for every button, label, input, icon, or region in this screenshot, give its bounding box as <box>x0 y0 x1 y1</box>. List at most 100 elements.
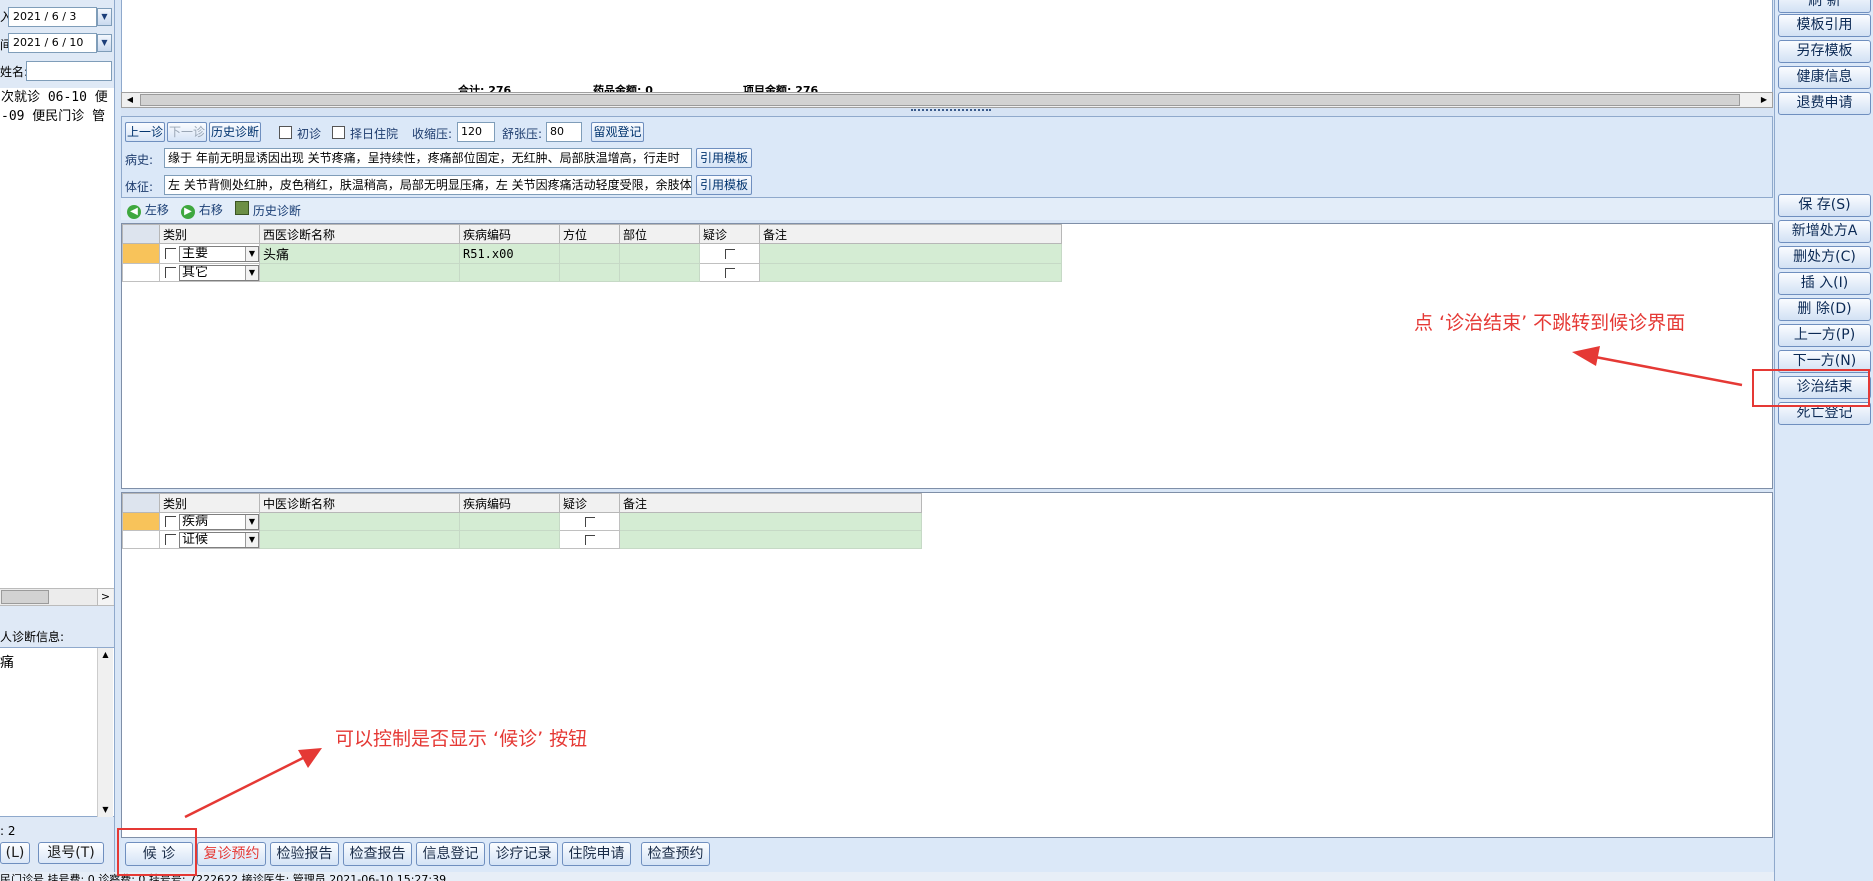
chevron-down-icon[interactable]: ▼ <box>245 514 258 529</box>
tcm-diagnosis-name-cell[interactable] <box>259 512 460 531</box>
visit-list-item[interactable]: 次就诊 06-10 便 <box>1 88 114 107</box>
save-as-template-button[interactable]: 另存模板 <box>1778 40 1871 63</box>
exam-input[interactable]: 左 关节背侧处红肿，皮色稍红，肤温稍高，局部无明显压痛，左 关节因疼痛活动轻度受… <box>164 175 692 195</box>
column-header[interactable]: 中医诊断名称 <box>259 493 460 513</box>
chevron-down-icon[interactable]: ▼ <box>245 265 258 280</box>
row-indicator[interactable] <box>122 530 160 549</box>
row-indicator[interactable] <box>122 243 160 264</box>
exam-report-button[interactable]: 检查报告 <box>343 842 412 866</box>
scroll-right-icon[interactable]: ▶ <box>1756 93 1772 107</box>
date-to-dropdown-icon[interactable]: ▼ <box>97 34 112 52</box>
tcm-diagnosis-name-cell[interactable] <box>259 530 460 549</box>
diagnosis-name-cell[interactable]: 头痛 <box>259 243 460 264</box>
row-checkbox[interactable] <box>165 534 176 545</box>
suspect-cell[interactable] <box>559 512 620 531</box>
patient-diagnosis-box[interactable]: 痛 ▲ ▼ <box>0 647 114 817</box>
chevron-down-icon[interactable]: ▼ <box>245 246 258 261</box>
suspect-checkbox[interactable] <box>724 267 735 278</box>
exam-template-button[interactable]: 引用模板 <box>696 175 752 195</box>
diagnosis-scrollbar[interactable]: ▲ ▼ <box>97 648 113 817</box>
table-row[interactable]: 其它 ▼ <box>122 263 1062 282</box>
column-header[interactable]: 类别 <box>159 224 260 244</box>
save-button[interactable]: 保 存(S) <box>1778 194 1871 217</box>
column-header[interactable]: 疾病编码 <box>459 224 560 244</box>
scrollbar-thumb[interactable] <box>1 590 49 604</box>
move-left-button[interactable]: ◀ 左移 <box>127 201 169 219</box>
health-info-button[interactable]: 健康信息 <box>1778 66 1871 89</box>
info-register-button[interactable]: 信息登记 <box>416 842 485 866</box>
prev-visit-button[interactable]: 上一诊 <box>125 122 165 142</box>
column-header[interactable]: 类别 <box>159 493 260 513</box>
note-cell[interactable] <box>759 243 1062 264</box>
next-visit-button[interactable]: 下一诊 <box>167 122 207 142</box>
prev-prescription-button[interactable]: 上一方(P) <box>1778 324 1871 347</box>
add-prescription-button[interactable]: 新增处方A <box>1778 220 1871 243</box>
column-header[interactable]: 疾病编码 <box>459 493 560 513</box>
column-header[interactable]: 疑诊 <box>559 493 620 513</box>
column-header[interactable]: 备注 <box>619 493 922 513</box>
table-corner[interactable] <box>122 224 160 244</box>
table-corner[interactable] <box>122 493 160 513</box>
date-from-dropdown-icon[interactable]: ▼ <box>97 8 112 26</box>
scroll-left-icon[interactable]: ◀ <box>122 93 138 107</box>
template-reference-button[interactable]: 模板引用 <box>1778 14 1871 37</box>
category-cell[interactable]: 证候 ▼ <box>159 530 260 549</box>
history-input[interactable]: 缘于 年前无明显诱因出现 关节疼痛，呈持续性，疼痛部位固定，无红肿、局部肤温增高… <box>164 148 692 168</box>
position-cell[interactable] <box>559 263 620 282</box>
diastolic-input[interactable]: 80 <box>546 122 582 142</box>
note-cell[interactable] <box>759 263 1062 282</box>
suspect-checkbox[interactable] <box>584 516 595 527</box>
disease-code-cell[interactable]: R51.x00 <box>459 243 560 264</box>
suspect-checkbox[interactable] <box>724 248 735 259</box>
visit-list-scrollbar[interactable]: > <box>0 588 114 606</box>
part-cell[interactable] <box>619 263 700 282</box>
suspect-cell[interactable] <box>699 263 760 282</box>
suspect-cell[interactable] <box>699 243 760 264</box>
suspect-checkbox[interactable] <box>584 534 595 545</box>
chevron-down-icon[interactable]: ▼ <box>245 532 258 547</box>
history-diagnosis-button[interactable]: 历史诊断 <box>209 122 261 142</box>
date-from-field[interactable]: 2021 / 6 / 3 <box>8 7 97 27</box>
note-cell[interactable] <box>619 512 922 531</box>
table-row[interactable]: 主要 ▼ 头痛 R51.x00 <box>122 243 1062 264</box>
note-cell[interactable] <box>619 530 922 549</box>
row-indicator[interactable] <box>122 512 160 531</box>
delete-button[interactable]: 删 除(D) <box>1778 298 1871 321</box>
scroll-down-icon[interactable]: ▼ <box>98 803 113 817</box>
retreat-number-button[interactable]: 退号(T) <box>38 842 104 864</box>
scrollbar-thumb[interactable] <box>140 94 1740 106</box>
lab-report-button[interactable]: 检验报告 <box>270 842 339 866</box>
left-l-button[interactable]: (L) <box>0 842 30 864</box>
choose-day-admit-checkbox[interactable] <box>332 126 345 139</box>
category-select[interactable]: 主要 ▼ <box>179 245 259 262</box>
disease-code-cell[interactable] <box>459 530 560 549</box>
row-checkbox[interactable] <box>165 516 176 527</box>
column-header[interactable]: 方位 <box>559 224 620 244</box>
observe-register-button[interactable]: 留观登记 <box>591 122 644 142</box>
panel-splitter[interactable] <box>121 108 1773 116</box>
admission-request-button[interactable]: 住院申请 <box>562 842 631 866</box>
treatment-record-button[interactable]: 诊疗记录 <box>489 842 558 866</box>
column-header[interactable]: 备注 <box>759 224 1062 244</box>
exam-appointment-button[interactable]: 检查预约 <box>641 842 710 866</box>
revisit-appointment-button[interactable]: 复诊预约 <box>197 842 266 866</box>
category-select[interactable]: 证候 ▼ <box>179 531 259 548</box>
date-to-field[interactable]: 2021 / 6 / 10 <box>8 33 97 53</box>
summary-scrollbar[interactable]: ◀ ▶ <box>121 92 1773 108</box>
refund-request-button[interactable]: 退费申请 <box>1778 92 1871 115</box>
delete-prescription-button[interactable]: 删处方(C) <box>1778 246 1871 269</box>
table-row[interactable]: 证候 ▼ <box>122 530 922 549</box>
part-cell[interactable] <box>619 243 700 264</box>
first-visit-checkbox[interactable] <box>279 126 292 139</box>
systolic-input[interactable]: 120 <box>457 122 495 142</box>
visit-list-item[interactable]: -09 便民门诊 管 <box>1 107 114 126</box>
category-cell[interactable]: 主要 ▼ <box>159 243 260 264</box>
name-input[interactable] <box>26 61 112 81</box>
column-header[interactable]: 西医诊断名称 <box>259 224 460 244</box>
row-checkbox[interactable] <box>165 248 176 259</box>
category-cell[interactable]: 其它 ▼ <box>159 263 260 282</box>
scroll-up-icon[interactable]: ▲ <box>98 648 113 662</box>
disease-code-cell[interactable] <box>459 512 560 531</box>
row-indicator[interactable] <box>122 263 160 282</box>
suspect-cell[interactable] <box>559 530 620 549</box>
